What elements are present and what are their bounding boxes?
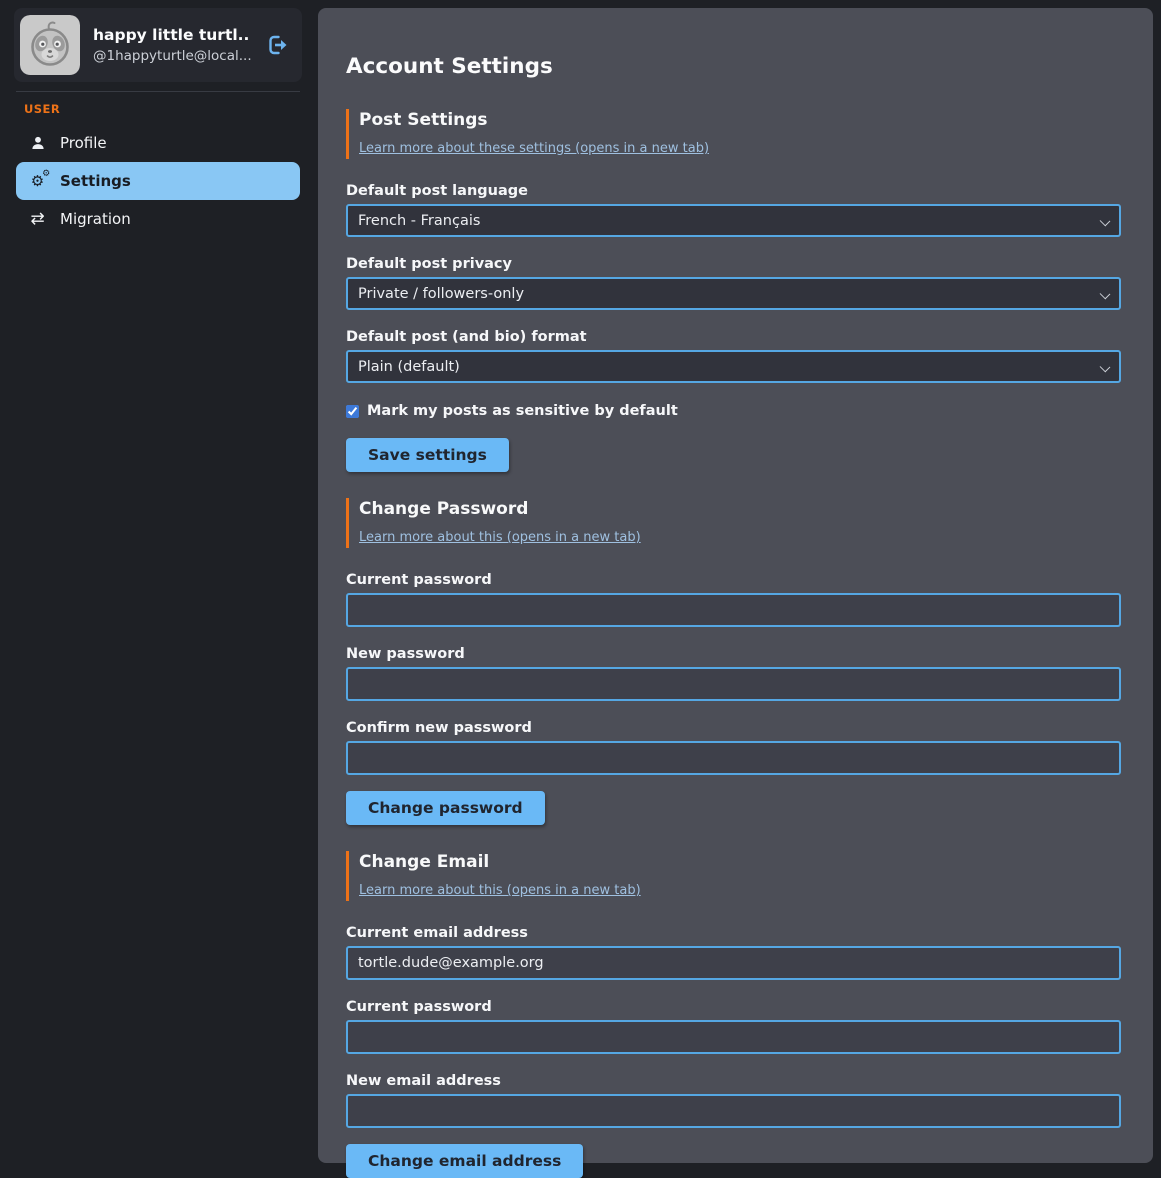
logout-button[interactable]	[264, 32, 290, 58]
sidebar-item-migration[interactable]: ⇄ Migration	[16, 202, 300, 236]
user-meta: happy little turtl... @1happyturtle@loca…	[93, 26, 251, 64]
new-email-input[interactable]	[346, 1094, 1121, 1128]
avatar	[20, 15, 80, 75]
chevron-down-icon	[1100, 289, 1111, 300]
selected-option: Private / followers-only	[358, 286, 524, 302]
new-email-label: New email address	[346, 1073, 1121, 1089]
change-email-section: Change Email Learn more about this (open…	[346, 851, 1121, 1178]
sidebar-item-label: Migration	[60, 210, 131, 228]
save-settings-button[interactable]: Save settings	[346, 438, 509, 472]
chevron-down-icon	[1100, 216, 1111, 227]
sidebar-nav: Profile ⚙ ⚙ Settings ⇄ Migration	[14, 126, 302, 236]
user-icon	[28, 135, 47, 151]
current-password-label: Current password	[346, 572, 1121, 588]
transfer-arrows-icon: ⇄	[28, 211, 47, 228]
current-email-group: Current email address	[346, 925, 1121, 980]
sidebar: happy little turtl... @1happyturtle@loca…	[0, 0, 318, 1176]
new-email-group: New email address	[346, 1073, 1121, 1128]
new-password-label: New password	[346, 646, 1121, 662]
default-post-privacy-label: Default post privacy	[346, 256, 1121, 272]
change-password-section: Change Password Learn more about this (o…	[346, 498, 1121, 825]
default-post-format-label: Default post (and bio) format	[346, 329, 1121, 345]
page-title: Account Settings	[346, 54, 1121, 79]
default-post-format-group: Default post (and bio) format Plain (def…	[346, 329, 1121, 383]
sidebar-item-settings[interactable]: ⚙ ⚙ Settings	[16, 162, 300, 200]
post-settings-section: Post Settings Learn more about these set…	[346, 109, 1121, 472]
selected-option: Plain (default)	[358, 359, 460, 375]
post-settings-learn-more-link[interactable]: Learn more about these settings (opens i…	[359, 141, 709, 156]
user-handle: @1happyturtle@local...	[93, 48, 251, 64]
page: happy little turtl... @1happyturtle@loca…	[0, 0, 1161, 1176]
sidebar-item-label: Settings	[60, 172, 131, 190]
email-current-password-group: Current password	[346, 999, 1121, 1054]
confirm-new-password-label: Confirm new password	[346, 720, 1121, 736]
account-settings-panel: Account Settings Post Settings Learn mor…	[318, 8, 1153, 1163]
sign-out-icon	[264, 32, 290, 58]
email-current-password-input[interactable]	[346, 1020, 1121, 1054]
selected-option: French - Français	[358, 213, 480, 229]
gears-icon: ⚙ ⚙	[28, 174, 47, 189]
default-post-privacy-select[interactable]: Private / followers-only	[346, 277, 1121, 310]
sloth-avatar-image	[20, 15, 80, 75]
chevron-down-icon	[1100, 362, 1111, 373]
sensitive-default-row: Mark my posts as sensitive by default	[346, 403, 1121, 419]
change-password-heading: Change Password	[359, 499, 1121, 519]
change-email-button[interactable]: Change email address	[346, 1144, 583, 1178]
confirm-new-password-input[interactable]	[346, 741, 1121, 775]
default-post-format-select[interactable]: Plain (default)	[346, 350, 1121, 383]
change-email-heading: Change Email	[359, 852, 1121, 872]
default-post-language-label: Default post language	[346, 183, 1121, 199]
post-settings-heading: Post Settings	[359, 110, 1121, 130]
change-email-learn-more-link[interactable]: Learn more about this (opens in a new ta…	[359, 883, 641, 898]
change-password-button[interactable]: Change password	[346, 791, 545, 825]
nav-section-label: USER	[24, 102, 302, 116]
default-post-language-select[interactable]: French - Français	[346, 204, 1121, 237]
change-password-learn-more-link[interactable]: Learn more about this (opens in a new ta…	[359, 530, 641, 545]
post-settings-header: Post Settings Learn more about these set…	[346, 109, 1121, 159]
current-email-input[interactable]	[346, 946, 1121, 980]
sidebar-item-profile[interactable]: Profile	[16, 126, 300, 160]
user-card[interactable]: happy little turtl... @1happyturtle@loca…	[14, 8, 302, 82]
new-password-input[interactable]	[346, 667, 1121, 701]
sensitive-default-checkbox[interactable]	[346, 405, 359, 418]
change-password-header: Change Password Learn more about this (o…	[346, 498, 1121, 548]
change-email-header: Change Email Learn more about this (open…	[346, 851, 1121, 901]
new-password-group: New password	[346, 646, 1121, 701]
default-post-privacy-group: Default post privacy Private / followers…	[346, 256, 1121, 310]
confirm-new-password-group: Confirm new password	[346, 720, 1121, 775]
current-password-input[interactable]	[346, 593, 1121, 627]
current-password-group: Current password	[346, 572, 1121, 627]
sidebar-item-label: Profile	[60, 134, 107, 152]
default-post-language-group: Default post language French - Français	[346, 183, 1121, 237]
sidebar-divider	[16, 91, 300, 92]
current-email-label: Current email address	[346, 925, 1121, 941]
user-display-name: happy little turtl...	[93, 26, 251, 44]
sensitive-default-label[interactable]: Mark my posts as sensitive by default	[367, 403, 678, 419]
email-current-password-label: Current password	[346, 999, 1121, 1015]
